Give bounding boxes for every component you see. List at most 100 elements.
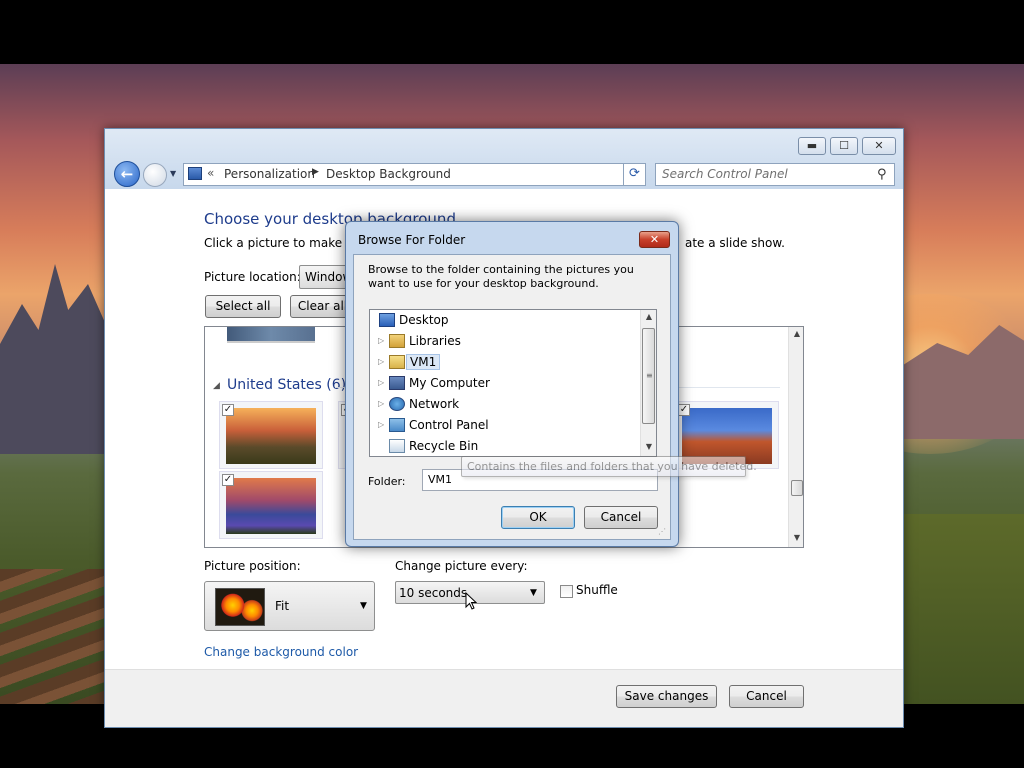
dialog-description: Browse to the folder containing the pict… xyxy=(368,263,634,290)
address-bar[interactable]: « Personalization ▶ Desktop Background ▼ xyxy=(183,163,692,186)
picture-thumbnail[interactable]: ✓ xyxy=(219,401,323,469)
tree-node-label: Network xyxy=(409,397,460,411)
thumbnail-image xyxy=(226,478,316,534)
dialog-close-button[interactable]: ✕ xyxy=(639,231,670,248)
minimize-icon: ▬ xyxy=(806,139,818,152)
tree-node-label: My Computer xyxy=(409,376,490,390)
refresh-icon: ⟳ xyxy=(629,166,640,181)
scroll-up-icon[interactable]: ▲ xyxy=(641,312,656,321)
resize-grip-icon[interactable]: ⋰ xyxy=(658,527,666,536)
shuffle-label[interactable]: Shuffle xyxy=(576,583,618,597)
dialog-body: Browse to the folder containing the pict… xyxy=(353,254,671,540)
expand-icon[interactable]: ▷ xyxy=(378,378,384,387)
ok-button[interactable]: OK xyxy=(501,506,575,529)
tree-node-control-panel[interactable]: ▷ Control Panel xyxy=(370,416,640,436)
computer-icon xyxy=(389,376,405,390)
control-panel-icon xyxy=(389,418,405,432)
maximize-icon: ☐ xyxy=(839,139,849,152)
expand-icon[interactable]: ▷ xyxy=(378,336,384,345)
scrollbar-thumb[interactable] xyxy=(791,480,803,496)
tree-node-vm1[interactable]: ▷ VM1 xyxy=(370,353,640,373)
expand-icon[interactable]: ▷ xyxy=(378,357,384,366)
close-icon: ✕ xyxy=(649,233,660,246)
position-preview-image xyxy=(215,588,265,626)
picture-position-label: Picture position: xyxy=(204,559,301,573)
tree-node-network[interactable]: ▷ Network xyxy=(370,395,640,415)
recent-pages-dropdown-icon[interactable]: ▼ xyxy=(170,169,176,178)
breadcrumb-desktop-background[interactable]: Desktop Background xyxy=(326,167,451,181)
mouse-cursor-icon xyxy=(465,592,477,610)
search-placeholder: Search Control Panel xyxy=(662,167,788,181)
wallpaper-mountains-left xyxy=(0,264,110,454)
picture-position-select[interactable]: Fit ▼ xyxy=(204,581,375,631)
scroll-down-icon[interactable]: ▼ xyxy=(641,442,656,451)
scrollbar-thumb[interactable]: ≡ xyxy=(642,328,655,424)
thumbnail-checkbox[interactable]: ✓ xyxy=(222,404,234,416)
back-button[interactable]: ← xyxy=(114,161,140,187)
change-picture-label: Change picture every: xyxy=(395,559,528,573)
tree-node-my-computer[interactable]: ▷ My Computer xyxy=(370,374,640,394)
user-folder-icon xyxy=(389,355,405,369)
tree-node-label: VM1 xyxy=(406,354,441,370)
breadcrumb-separator-icon[interactable]: ▶ xyxy=(312,167,319,177)
picture-thumbnail[interactable]: ✓ xyxy=(219,471,323,539)
tree-node-label: Desktop xyxy=(399,313,449,327)
picture-location-label: Picture location: xyxy=(204,270,301,284)
tree-node-label: Libraries xyxy=(409,334,461,348)
tree-node-libraries[interactable]: ▷ Libraries xyxy=(370,332,640,352)
tree-node-desktop[interactable]: Desktop xyxy=(370,311,640,331)
window-footer: Save changes Cancel xyxy=(105,669,903,727)
refresh-button[interactable]: ⟳ xyxy=(623,163,646,186)
expand-icon[interactable]: ▷ xyxy=(378,420,384,429)
interval-value: 10 seconds xyxy=(399,586,468,600)
forward-button[interactable] xyxy=(143,163,167,187)
desktop-icon xyxy=(379,313,395,327)
close-button[interactable]: ✕ xyxy=(862,137,896,155)
search-icon[interactable]: ⚲ xyxy=(877,167,887,182)
tree-node-label: Recycle Bin xyxy=(409,439,479,453)
thumbnail-checkbox[interactable]: ✓ xyxy=(222,474,234,486)
picture-thumbnail[interactable] xyxy=(227,327,315,343)
thumbnail-checkbox[interactable]: ✓ xyxy=(678,404,690,416)
search-input[interactable]: Search Control Panel ⚲ xyxy=(655,163,895,186)
network-icon xyxy=(389,397,405,411)
cancel-button[interactable]: Cancel xyxy=(729,685,804,708)
select-all-button[interactable]: Select all xyxy=(205,295,281,318)
window-frame: ▬ ☐ ✕ ← ▼ « Personalization ▶ Desktop Ba… xyxy=(105,129,903,189)
close-icon: ✕ xyxy=(874,139,884,152)
scroll-grip-icon: ≡ xyxy=(646,371,653,380)
expand-icon[interactable]: ▷ xyxy=(378,399,384,408)
wallpaper-fence xyxy=(0,569,105,704)
folder-tree-scrollbar[interactable]: ▲ ≡ ▼ xyxy=(640,310,656,456)
tree-node-recycle-bin[interactable]: Recycle Bin xyxy=(370,437,640,456)
dialog-title: Browse For Folder xyxy=(358,233,466,247)
back-arrow-icon: ← xyxy=(120,165,134,183)
shuffle-checkbox[interactable] xyxy=(560,585,573,598)
browse-for-folder-dialog: Browse For Folder ✕ Browse to the folder… xyxy=(345,221,679,547)
breadcrumb-personalization[interactable]: Personalization xyxy=(224,167,315,181)
folder-label: Folder: xyxy=(368,475,406,488)
picture-list-scrollbar[interactable]: ▲ ▼ xyxy=(788,327,803,547)
breadcrumb-overflow-icon[interactable]: « xyxy=(207,166,214,180)
chevron-down-icon: ▼ xyxy=(530,588,537,598)
thumbnail-image xyxy=(226,408,316,464)
group-header[interactable]: United States (6) xyxy=(213,377,346,393)
scroll-down-icon[interactable]: ▼ xyxy=(789,533,803,542)
page-description: Click a picture to make it y xyxy=(204,236,365,250)
scroll-up-icon[interactable]: ▲ xyxy=(789,329,803,338)
tree-node-label: Control Panel xyxy=(409,418,489,432)
minimize-button[interactable]: ▬ xyxy=(798,137,826,155)
wallpaper-grass xyxy=(900,514,1024,704)
dialog-cancel-button[interactable]: Cancel xyxy=(584,506,658,529)
save-changes-button[interactable]: Save changes xyxy=(616,685,717,708)
recycle-bin-icon xyxy=(389,439,405,453)
page-description-tail: ate a slide show. xyxy=(685,236,785,250)
picture-position-value: Fit xyxy=(275,599,290,613)
maximize-button[interactable]: ☐ xyxy=(830,137,858,155)
folder-tree: Desktop ▷ Libraries ▷ VM1 ▷ My Computer ▷ Ne… xyxy=(369,309,657,457)
chevron-down-icon: ▼ xyxy=(360,601,367,611)
control-panel-icon xyxy=(188,167,202,180)
group-title: United States (6) xyxy=(227,377,347,393)
recycle-bin-tooltip: Contains the files and folders that you … xyxy=(461,456,757,477)
change-background-color-link[interactable]: Change background color xyxy=(204,645,358,659)
